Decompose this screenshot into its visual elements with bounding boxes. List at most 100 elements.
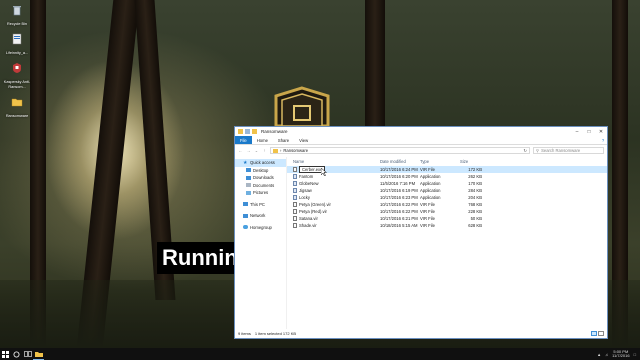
recent-locations-icon[interactable]: ⌄ — [254, 148, 259, 153]
file-name: Satana.vir — [299, 216, 318, 221]
window-controls: – □ ✕ — [571, 129, 607, 135]
breadcrumb-chevron-icon: › — [280, 148, 282, 153]
app-icon — [293, 188, 297, 193]
task-view-button[interactable] — [22, 348, 33, 360]
cortana-button[interactable] — [11, 348, 22, 360]
clock[interactable]: 5:00 PM 11/7/2016 — [612, 349, 630, 359]
explorer-window: Ransomware – □ ✕ File Home Share View ? … — [234, 126, 608, 339]
file-type: VIR File — [420, 167, 435, 172]
network-icon — [243, 213, 248, 218]
file-row[interactable]: Fantom 10/17/2016 6:20 PM Application 26… — [287, 173, 607, 180]
notifications-icon[interactable]: □ — [634, 352, 636, 357]
close-icon[interactable]: ✕ — [595, 129, 607, 135]
pictures-icon — [246, 190, 251, 195]
file-date: 10/18/2016 5:15 AM — [380, 223, 418, 228]
file-name-cell: Petya (Green).vir — [293, 202, 331, 207]
app-icon — [293, 174, 297, 179]
refresh-icon[interactable]: ↻ — [523, 148, 529, 153]
minimize-icon[interactable]: – — [571, 129, 583, 135]
tab-view[interactable]: View — [294, 136, 313, 144]
tab-file[interactable]: File — [235, 136, 252, 144]
folder-icon — [273, 148, 278, 153]
file-list: Name Date modified Type Size Cerber.exe … — [287, 157, 607, 329]
column-header-date[interactable]: Date modified — [380, 159, 406, 164]
address-bar[interactable]: › Ransomware ↻ — [270, 147, 530, 154]
file-size: 628 KB — [468, 223, 482, 228]
file-name: Jigsaw — [299, 188, 312, 193]
cortana-icon — [13, 351, 20, 357]
system-tray: ▲ ♫ 5:00 PM 11/7/2016 □ — [597, 349, 640, 359]
column-header-type[interactable]: Type — [420, 159, 429, 164]
explorer-content: ★ Quick access Desktop Downloads Documen… — [235, 157, 607, 329]
file-row[interactable]: Satana.vir 10/17/2016 6:21 PM VIR File 5… — [287, 215, 607, 222]
mouse-cursor-icon — [321, 168, 327, 176]
file-row[interactable]: Cerber.exe 10/17/2016 6:24 PM VIR File 1… — [287, 166, 607, 173]
up-icon[interactable]: ↑ — [262, 148, 267, 153]
file-name-cell: GlobeNew — [293, 181, 319, 186]
nav-item-documents[interactable]: Documents — [235, 182, 286, 190]
file-date: 10/17/2016 6:24 PM — [380, 167, 418, 172]
forward-icon[interactable]: → — [246, 148, 251, 153]
file-row[interactable]: Jigsaw 10/17/2016 6:19 PM Application 28… — [287, 187, 607, 194]
tab-home[interactable]: Home — [252, 136, 273, 144]
search-input[interactable]: ⚲ Search Ransomware — [533, 147, 604, 154]
column-header-size[interactable]: Size — [460, 159, 482, 164]
search-icon: ⚲ — [536, 148, 540, 153]
nav-item-homegroup[interactable]: Homegroup — [235, 224, 286, 232]
file-size: 262 KB — [468, 174, 482, 179]
file-icon — [293, 167, 297, 172]
properties-icon[interactable] — [245, 129, 250, 134]
back-icon[interactable]: ← — [238, 148, 243, 153]
address-row: ← → ⌄ ↑ › Ransomware ↻ ⚲ Search Ransomwa… — [235, 145, 607, 156]
file-size: 172 KB — [468, 167, 482, 172]
documents-icon — [246, 183, 251, 188]
file-type: Application — [420, 174, 441, 179]
large-icons-view-icon[interactable] — [598, 330, 604, 336]
start-button[interactable] — [0, 348, 11, 360]
file-row[interactable]: Locky 10/17/2016 6:23 PM Application 204… — [287, 194, 607, 201]
nav-item-this-pc[interactable]: This PC — [235, 201, 286, 209]
desktop-icon-lifeinnity[interactable]: Lifeinnity_a... — [2, 33, 32, 56]
file-type: VIR File — [420, 202, 435, 207]
app-icon — [293, 181, 297, 186]
network-tray-icon[interactable]: ▲ — [597, 352, 601, 357]
file-row[interactable]: Petya (Green).vir 10/17/2016 6:22 PM VIR… — [287, 201, 607, 208]
volume-icon[interactable]: ♫ — [605, 352, 608, 357]
column-header-name[interactable]: Name — [293, 159, 304, 164]
file-name: GlobeNew — [299, 181, 319, 186]
desktop-icon-kaspersky[interactable]: Kaspersky Anti-Ransom... — [2, 62, 32, 90]
search-placeholder: Search Ransomware — [541, 148, 581, 153]
maximize-icon[interactable]: □ — [583, 129, 595, 135]
details-view-icon[interactable] — [591, 330, 597, 336]
new-folder-icon[interactable] — [252, 129, 257, 134]
nav-item-downloads[interactable]: Downloads — [235, 174, 286, 182]
nav-item-pictures[interactable]: Pictures — [235, 189, 286, 197]
nav-item-network[interactable]: Network — [235, 212, 286, 220]
file-row[interactable]: Shade.vir 10/18/2016 5:15 AM VIR File 62… — [287, 222, 607, 229]
view-switcher — [591, 330, 607, 336]
desktop-icon-recycle-bin[interactable]: Recycle Bin — [2, 4, 32, 27]
file-date: 10/17/2016 6:23 PM — [380, 195, 418, 200]
help-icon[interactable]: ? — [599, 136, 607, 144]
file-row[interactable]: GlobeNew 11/5/2016 7:16 PM Application 1… — [287, 180, 607, 187]
item-count: 9 items — [238, 330, 251, 336]
file-type: VIR File — [420, 216, 435, 221]
desktop-icons: Recycle Bin Lifeinnity_a... Kaspersky An… — [2, 4, 32, 125]
file-name: Locky — [299, 195, 310, 200]
desktop-icon-label: Lifeinnity_a... — [5, 51, 29, 55]
tab-share[interactable]: Share — [273, 136, 294, 144]
desktop-icon-label: Recycle Bin — [6, 22, 28, 26]
nav-item-label: Homegroup — [250, 224, 272, 230]
desktop-icon-ransomware-folder[interactable]: Ransomware — [2, 96, 32, 119]
nav-item-label: This PC — [250, 201, 265, 207]
title-bar: Ransomware – □ ✕ — [235, 127, 607, 136]
taskbar-file-explorer[interactable] — [33, 348, 44, 360]
nav-item-quick-access[interactable]: ★ Quick access — [235, 159, 286, 167]
nav-item-label: Desktop — [253, 167, 269, 173]
nav-item-desktop[interactable]: Desktop — [235, 167, 286, 175]
nav-item-label: Quick access — [250, 160, 275, 166]
app-icon — [293, 195, 297, 200]
file-type: Application — [420, 195, 441, 200]
quick-access-toolbar — [238, 129, 257, 134]
file-row[interactable]: Petya (Red).vir 10/17/2016 6:22 PM VIR F… — [287, 208, 607, 215]
